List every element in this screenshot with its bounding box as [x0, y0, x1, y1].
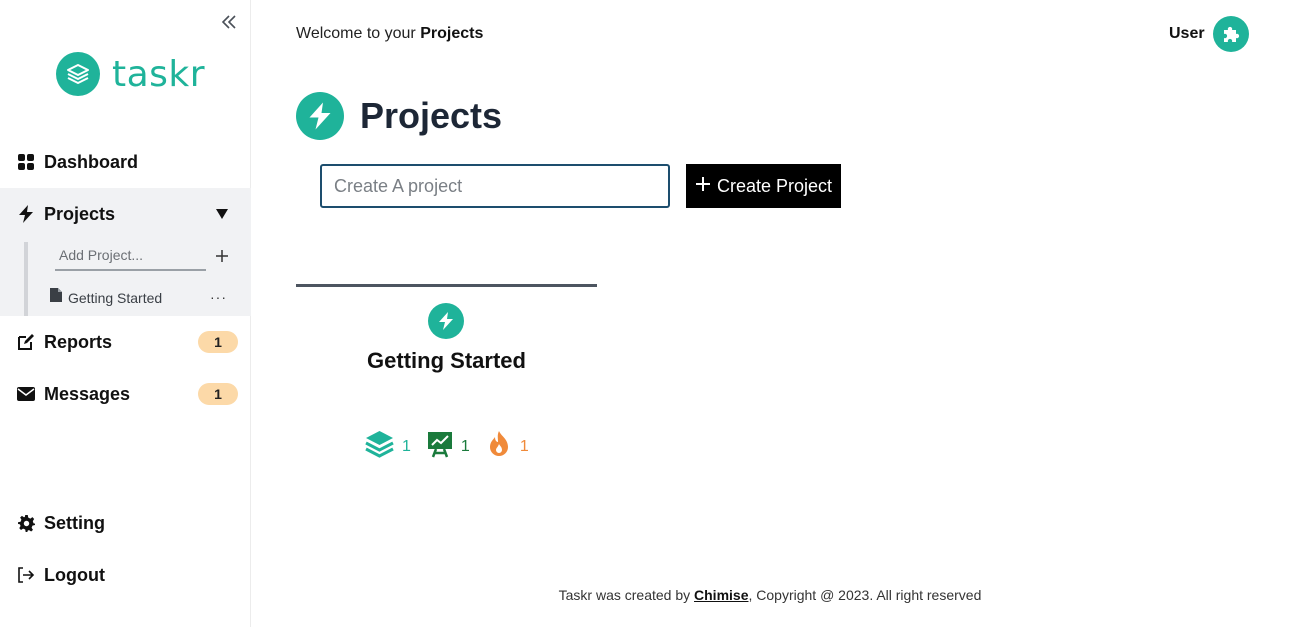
bolt-icon [428, 303, 464, 339]
bolt-icon [17, 205, 35, 223]
sidebar-item-label: Projects [44, 203, 116, 224]
stat-layers: 1 [365, 430, 411, 463]
app-name: taskr [112, 53, 206, 95]
sidebar-item-label: Logout [44, 564, 105, 585]
fire-count: 1 [519, 437, 529, 455]
create-project-label: Create Project [716, 175, 833, 196]
dashboard-icon [17, 153, 35, 171]
plus-icon[interactable] [214, 248, 230, 264]
user-name: User [1169, 25, 1205, 42]
layers-count: 1 [402, 437, 411, 455]
welcome-section: Projects [420, 25, 484, 42]
project-card[interactable]: Getting Started 1 1 1 [296, 284, 597, 474]
sidebar-item-messages[interactable]: Messages 1 [0, 368, 251, 420]
sidebar: taskr Dashboard Projects Add Project... … [0, 0, 251, 627]
envelope-icon [17, 385, 35, 403]
layers-icon [56, 52, 100, 96]
footer: Taskr was created by Chimise, Copyright … [0, 587, 1289, 603]
sidebar-item-label: Messages [44, 383, 131, 404]
footer-prefix: Taskr was created by [558, 587, 695, 603]
sidebar-item-label: Setting [44, 512, 105, 533]
welcome-prefix: Welcome to your [296, 25, 421, 42]
user-menu[interactable]: User [1169, 16, 1249, 52]
sidebar-item-dashboard[interactable]: Dashboard [0, 136, 251, 188]
project-stats: 1 1 1 [365, 430, 545, 463]
bolt-icon [296, 92, 344, 140]
sub-list-rail [24, 242, 28, 316]
logout-icon [17, 566, 35, 584]
reports-count-badge: 1 [198, 331, 238, 353]
gear-icon [17, 514, 35, 532]
create-project-button[interactable]: Create Project [686, 164, 841, 208]
layers-icon [365, 430, 394, 463]
sidebar-item-label: Dashboard [44, 151, 139, 172]
puzzle-icon [1212, 16, 1249, 52]
project-card-title: Getting Started [367, 348, 526, 373]
footer-suffix: , Copyright @ 2023. All right reserved [748, 587, 982, 603]
file-icon [50, 288, 62, 307]
create-project-input[interactable] [320, 164, 670, 208]
plus-icon [695, 176, 711, 197]
author-link[interactable]: Chimise [694, 587, 748, 603]
add-project-input[interactable]: Add Project... [55, 244, 206, 271]
edit-icon [17, 333, 35, 351]
sidebar-item-reports[interactable]: Reports 1 [0, 316, 251, 368]
fire-icon [486, 430, 512, 463]
page-title: Projects [360, 95, 503, 136]
page-header: Projects [296, 92, 502, 140]
sidebar-subitem-getting-started[interactable]: Getting Started [50, 288, 162, 307]
welcome-text: Welcome to your Projects [296, 25, 483, 43]
sidebar-item-projects[interactable]: Projects [0, 188, 251, 240]
messages-count-badge: 1 [198, 383, 238, 405]
collapse-sidebar-icon[interactable] [219, 12, 239, 32]
chart-count: 1 [460, 437, 470, 455]
sidebar-subitem-label: Getting Started [68, 289, 163, 306]
chart-board-icon [427, 430, 453, 463]
stat-fire: 1 [486, 430, 529, 463]
stat-chart: 1 [427, 430, 470, 463]
app-logo[interactable]: taskr [56, 52, 205, 96]
more-options-icon[interactable]: ··· [210, 289, 227, 305]
sidebar-item-setting[interactable]: Setting [0, 497, 251, 549]
sidebar-item-label: Reports [44, 331, 113, 352]
caret-down-icon[interactable] [215, 207, 229, 225]
